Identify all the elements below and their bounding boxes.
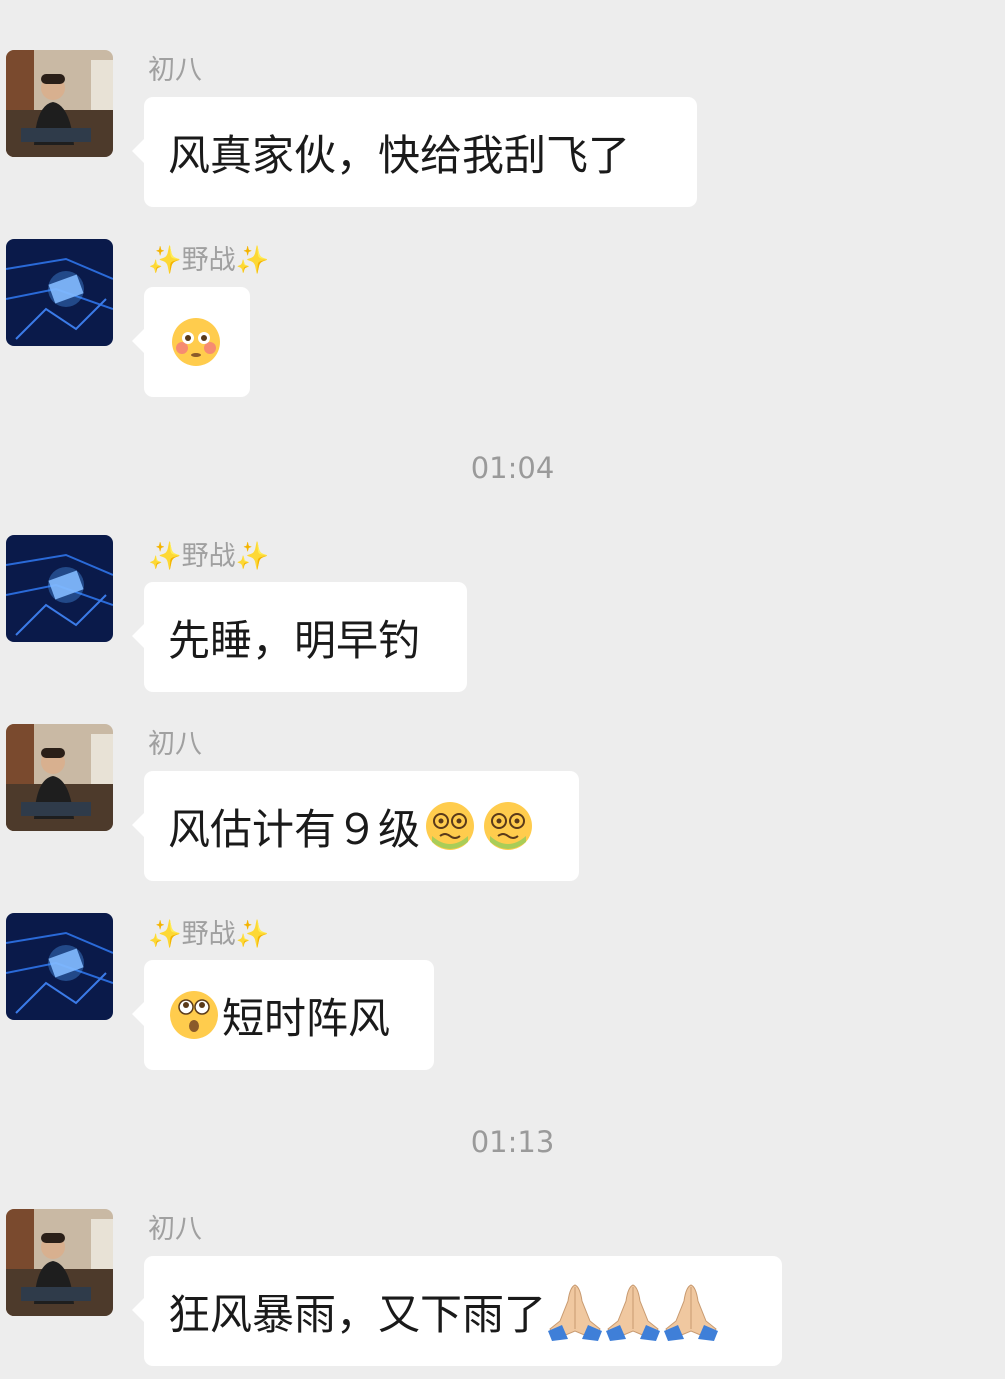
timestamp: 01:04 [470,451,555,485]
avatar-yezhan[interactable] [6,913,113,1020]
flushed-face-emoji [170,316,222,368]
avatar-chuba[interactable] [6,1209,113,1316]
folded-hands-emoji [604,1281,662,1341]
woozy-face-emoji [482,800,534,852]
sender-name: ✨野战✨ [148,919,270,950]
sender-name: ✨野战✨ [148,541,270,572]
message-text: 风真家伙，快给我刮飞了 [168,130,631,180]
sender-name: ✨野战✨ [148,245,270,276]
timestamp: 01:13 [470,1125,555,1159]
avatar-chuba[interactable] [6,724,113,831]
avatar-yezhan[interactable] [6,535,113,642]
hushed-face-emoji [168,989,220,1041]
message-bubble[interactable]: 短时阵风 [132,960,434,1070]
sender-name: 初八 [148,55,202,86]
message-text: 先睡，明早钓 [168,615,421,665]
sender-name: 初八 [148,1214,202,1245]
folded-hands-emoji [662,1281,720,1341]
message-text: 狂风暴雨，又下雨了 [168,1289,547,1339]
message-text: 风估计有９级 [168,804,421,854]
message-text: 短时阵风 [222,993,391,1043]
message-bubble[interactable] [132,287,250,397]
sender-name: 初八 [148,729,202,760]
message-bubble[interactable]: 风估计有９级 [132,771,579,881]
folded-hands-emoji [546,1281,604,1341]
avatar-yezhan[interactable] [6,239,113,346]
message-bubble[interactable]: 狂风暴雨，又下雨了 [132,1256,782,1366]
woozy-face-emoji [424,800,476,852]
message-bubble[interactable]: 先睡，明早钓 [132,582,467,692]
avatar-chuba[interactable] [6,50,113,157]
message-bubble[interactable]: 风真家伙，快给我刮飞了 [132,97,697,207]
